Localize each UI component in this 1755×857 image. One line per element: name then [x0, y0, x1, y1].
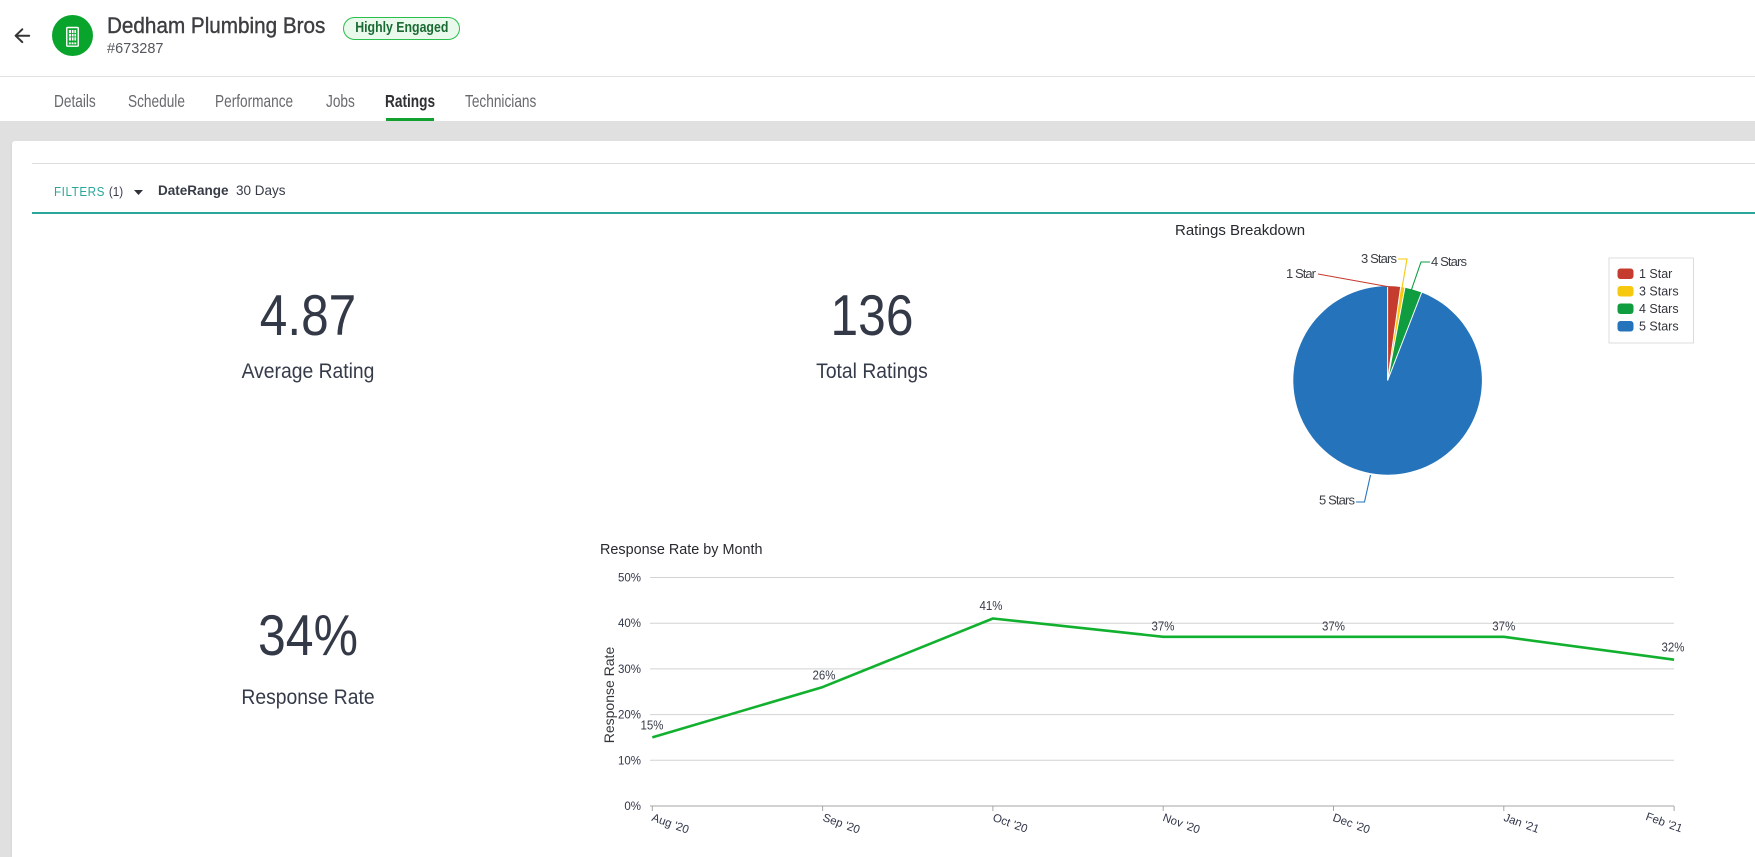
- svg-text:5 Stars: 5 Stars: [1639, 320, 1679, 334]
- svg-text:Aug '20: Aug '20: [650, 812, 690, 836]
- svg-text:30%: 30%: [618, 664, 641, 676]
- svg-text:Dec '20: Dec '20: [1331, 812, 1371, 836]
- svg-text:4 Stars: 4 Stars: [1431, 254, 1468, 269]
- svg-text:10%: 10%: [618, 755, 641, 767]
- svg-text:1 Star: 1 Star: [1639, 267, 1672, 281]
- svg-text:Feb '21: Feb '21: [1644, 811, 1684, 835]
- svg-text:37%: 37%: [1492, 619, 1515, 634]
- svg-text:32%: 32%: [1662, 640, 1685, 655]
- svg-text:Nov '20: Nov '20: [1161, 812, 1201, 836]
- svg-text:Oct '20: Oct '20: [991, 812, 1029, 836]
- svg-text:3 Stars: 3 Stars: [1639, 285, 1679, 299]
- svg-text:50%: 50%: [618, 573, 641, 585]
- svg-text:26%: 26%: [813, 668, 836, 683]
- svg-text:Sep '20: Sep '20: [821, 812, 861, 836]
- svg-text:Jan '21: Jan '21: [1502, 812, 1541, 836]
- svg-text:1 Star: 1 Star: [1286, 266, 1317, 281]
- svg-text:3 Stars: 3 Stars: [1361, 251, 1398, 266]
- svg-text:4 Stars: 4 Stars: [1639, 302, 1679, 316]
- svg-text:37%: 37%: [1152, 619, 1175, 634]
- svg-text:20%: 20%: [618, 710, 641, 722]
- svg-text:37%: 37%: [1322, 619, 1345, 634]
- svg-text:41%: 41%: [980, 598, 1003, 613]
- svg-text:40%: 40%: [618, 618, 641, 630]
- svg-text:0%: 0%: [624, 801, 641, 813]
- svg-text:5 Stars: 5 Stars: [1319, 493, 1356, 508]
- svg-text:15%: 15%: [641, 718, 664, 733]
